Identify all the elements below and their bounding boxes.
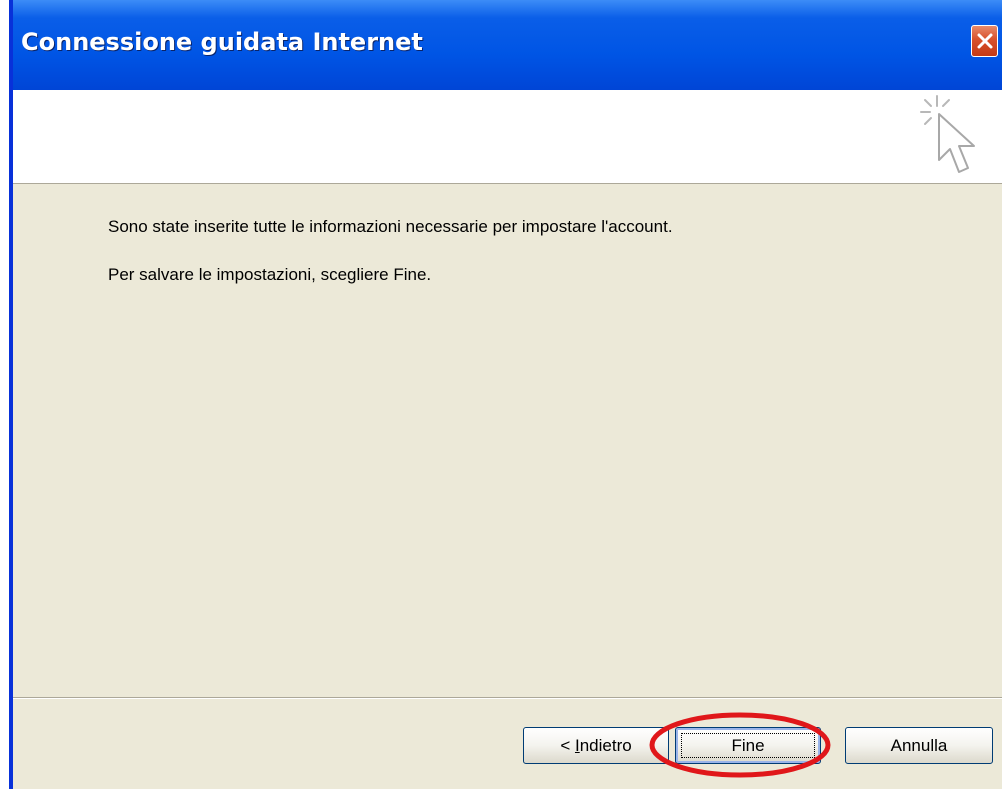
back-button-prefix: < (560, 736, 575, 755)
finish-button[interactable]: Fine (675, 727, 821, 764)
wizard-header (13, 90, 1002, 184)
info-message: Sono state inserite tutte le informazion… (108, 217, 673, 236)
close-icon (977, 33, 993, 49)
cancel-button[interactable]: Annulla (845, 727, 993, 764)
focus-rectangle (681, 733, 815, 758)
title-bar[interactable]: Connessione guidata Internet (13, 0, 1002, 90)
close-button[interactable] (971, 25, 998, 57)
cursor-sparkle-icon (920, 95, 975, 173)
wizard-dialog: Connessione guidata Internet Sono state … (9, 0, 1002, 789)
save-instruction: Per salvare le impostazioni, scegliere F… (108, 265, 432, 284)
window-title: Connessione guidata Internet (21, 28, 423, 56)
back-button[interactable]: < Indietro (523, 727, 669, 764)
cancel-button-label: Annulla (890, 736, 948, 755)
footer-separator (13, 697, 1002, 699)
back-button-label: ndietro (579, 736, 632, 755)
